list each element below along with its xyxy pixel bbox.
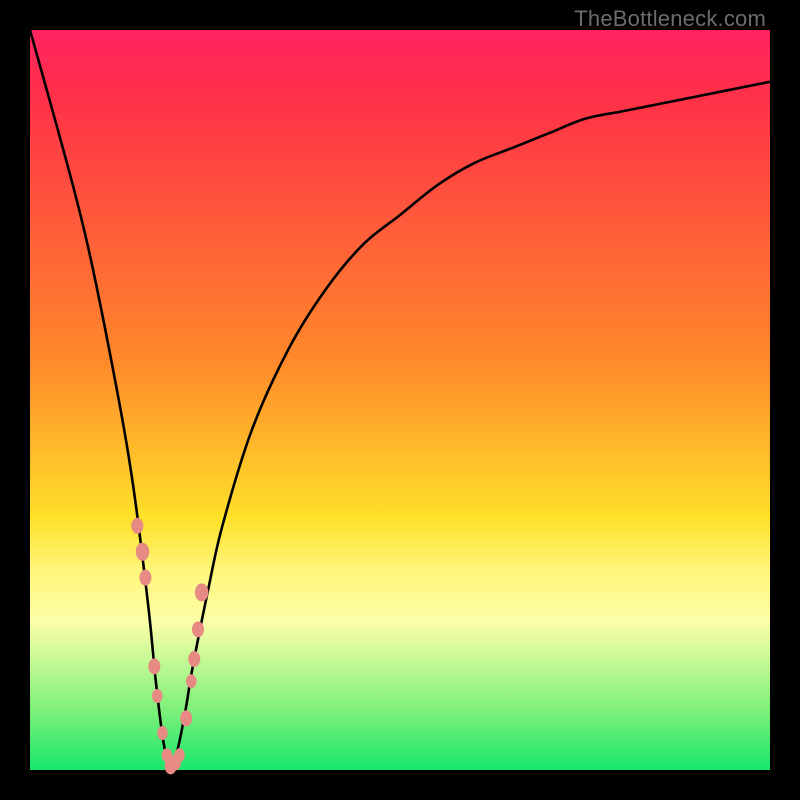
highlight-dot <box>157 726 168 740</box>
highlight-dot <box>195 583 209 601</box>
bottleneck-curve <box>30 30 773 770</box>
chart-frame: TheBottleneck.com <box>0 0 800 800</box>
curve-layer <box>30 30 770 770</box>
highlight-dot <box>180 710 192 726</box>
highlight-dot <box>136 543 150 561</box>
highlight-dot <box>131 518 143 534</box>
plot-area <box>30 30 770 770</box>
highlight-dot <box>148 658 160 674</box>
highlight-dot <box>186 674 197 688</box>
highlight-dot <box>152 689 163 703</box>
watermark-text: TheBottleneck.com <box>574 6 766 32</box>
highlight-dot <box>188 651 200 667</box>
highlight-dot <box>174 748 185 762</box>
highlight-dot <box>192 621 204 637</box>
highlight-dot <box>139 570 151 586</box>
